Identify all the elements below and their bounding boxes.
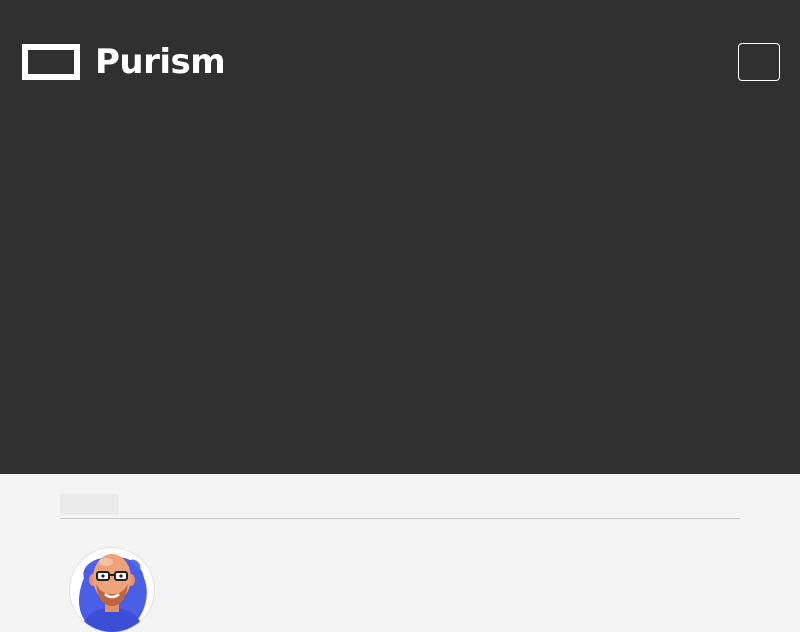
- purism-logo-icon: [22, 44, 80, 80]
- site-logo[interactable]: Purism: [22, 42, 226, 82]
- author-avatar[interactable]: [70, 548, 154, 632]
- menu-toggle-button[interactable]: [738, 43, 780, 81]
- category-label[interactable]: [60, 494, 119, 515]
- hero-header: Purism: [0, 0, 800, 474]
- author-avatar-illustration: [79, 554, 147, 632]
- divider: [60, 518, 740, 519]
- brand-name: Purism: [95, 42, 226, 82]
